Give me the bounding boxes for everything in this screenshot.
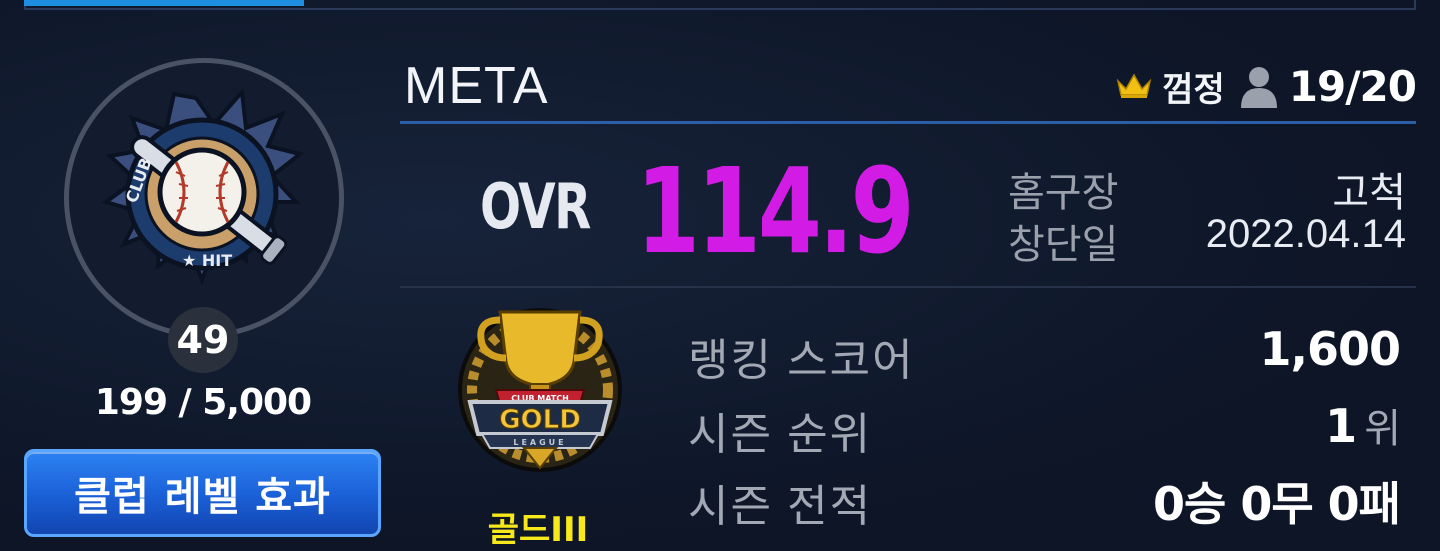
season-rank-unit: 위 xyxy=(1364,407,1401,451)
club-name: META xyxy=(404,57,549,115)
club-member-count: 19/20 xyxy=(1288,61,1417,111)
league-name: 골드III xyxy=(487,510,589,550)
club-header-meta: 껌정 19/20 xyxy=(1116,58,1417,114)
season-record-label: 시즌 전적 xyxy=(688,482,873,531)
ranking-score-label: 랭킹 스코어 xyxy=(688,336,915,385)
home-stadium-label: 홈구장 xyxy=(1008,171,1119,215)
season-record-value: 0승 0무 0패 xyxy=(1152,477,1401,531)
ovr-value: 114.9 xyxy=(636,142,915,280)
active-tab-indicator xyxy=(24,0,304,6)
header-divider xyxy=(400,121,1416,124)
crown-icon xyxy=(1116,73,1152,98)
club-level-badge: 49 xyxy=(168,307,238,373)
home-stadium-value: 고척 xyxy=(1332,171,1406,215)
emblem-text-hit: ★ HIT xyxy=(182,251,232,270)
ovr-label: OVR xyxy=(480,170,591,243)
member-icon xyxy=(1240,67,1277,108)
badge-main-text: GOLD xyxy=(499,405,581,435)
club-level-effect-button[interactable]: 클럽 레벨 효과 xyxy=(24,449,381,537)
founded-date-value: 2022.04.14 xyxy=(1205,212,1406,256)
badge-bottom-text: LEAGUE xyxy=(513,438,566,447)
season-rank-number: 1 xyxy=(1325,399,1357,453)
ranking-score-value: 1,600 xyxy=(1259,322,1401,376)
founded-date-label: 창단일 xyxy=(1008,223,1119,267)
gold-league-badge-icon: CLUB MATCH GOLD LEAGUE xyxy=(458,308,622,472)
club-info-panel: CLUB ★ HIT 49 199 / 5,000 클럽 레벨 효과 META … xyxy=(0,0,1440,551)
club-owner-name: 껌정 xyxy=(1162,69,1225,110)
club-exp-progress: 199 / 5,000 xyxy=(94,382,312,423)
season-rank-label: 시즌 순위 xyxy=(688,410,873,459)
season-rank-value: 1위 xyxy=(1325,396,1401,454)
section-divider xyxy=(400,286,1416,288)
baseball-club-emblem-icon: CLUB ★ HIT xyxy=(101,87,305,286)
